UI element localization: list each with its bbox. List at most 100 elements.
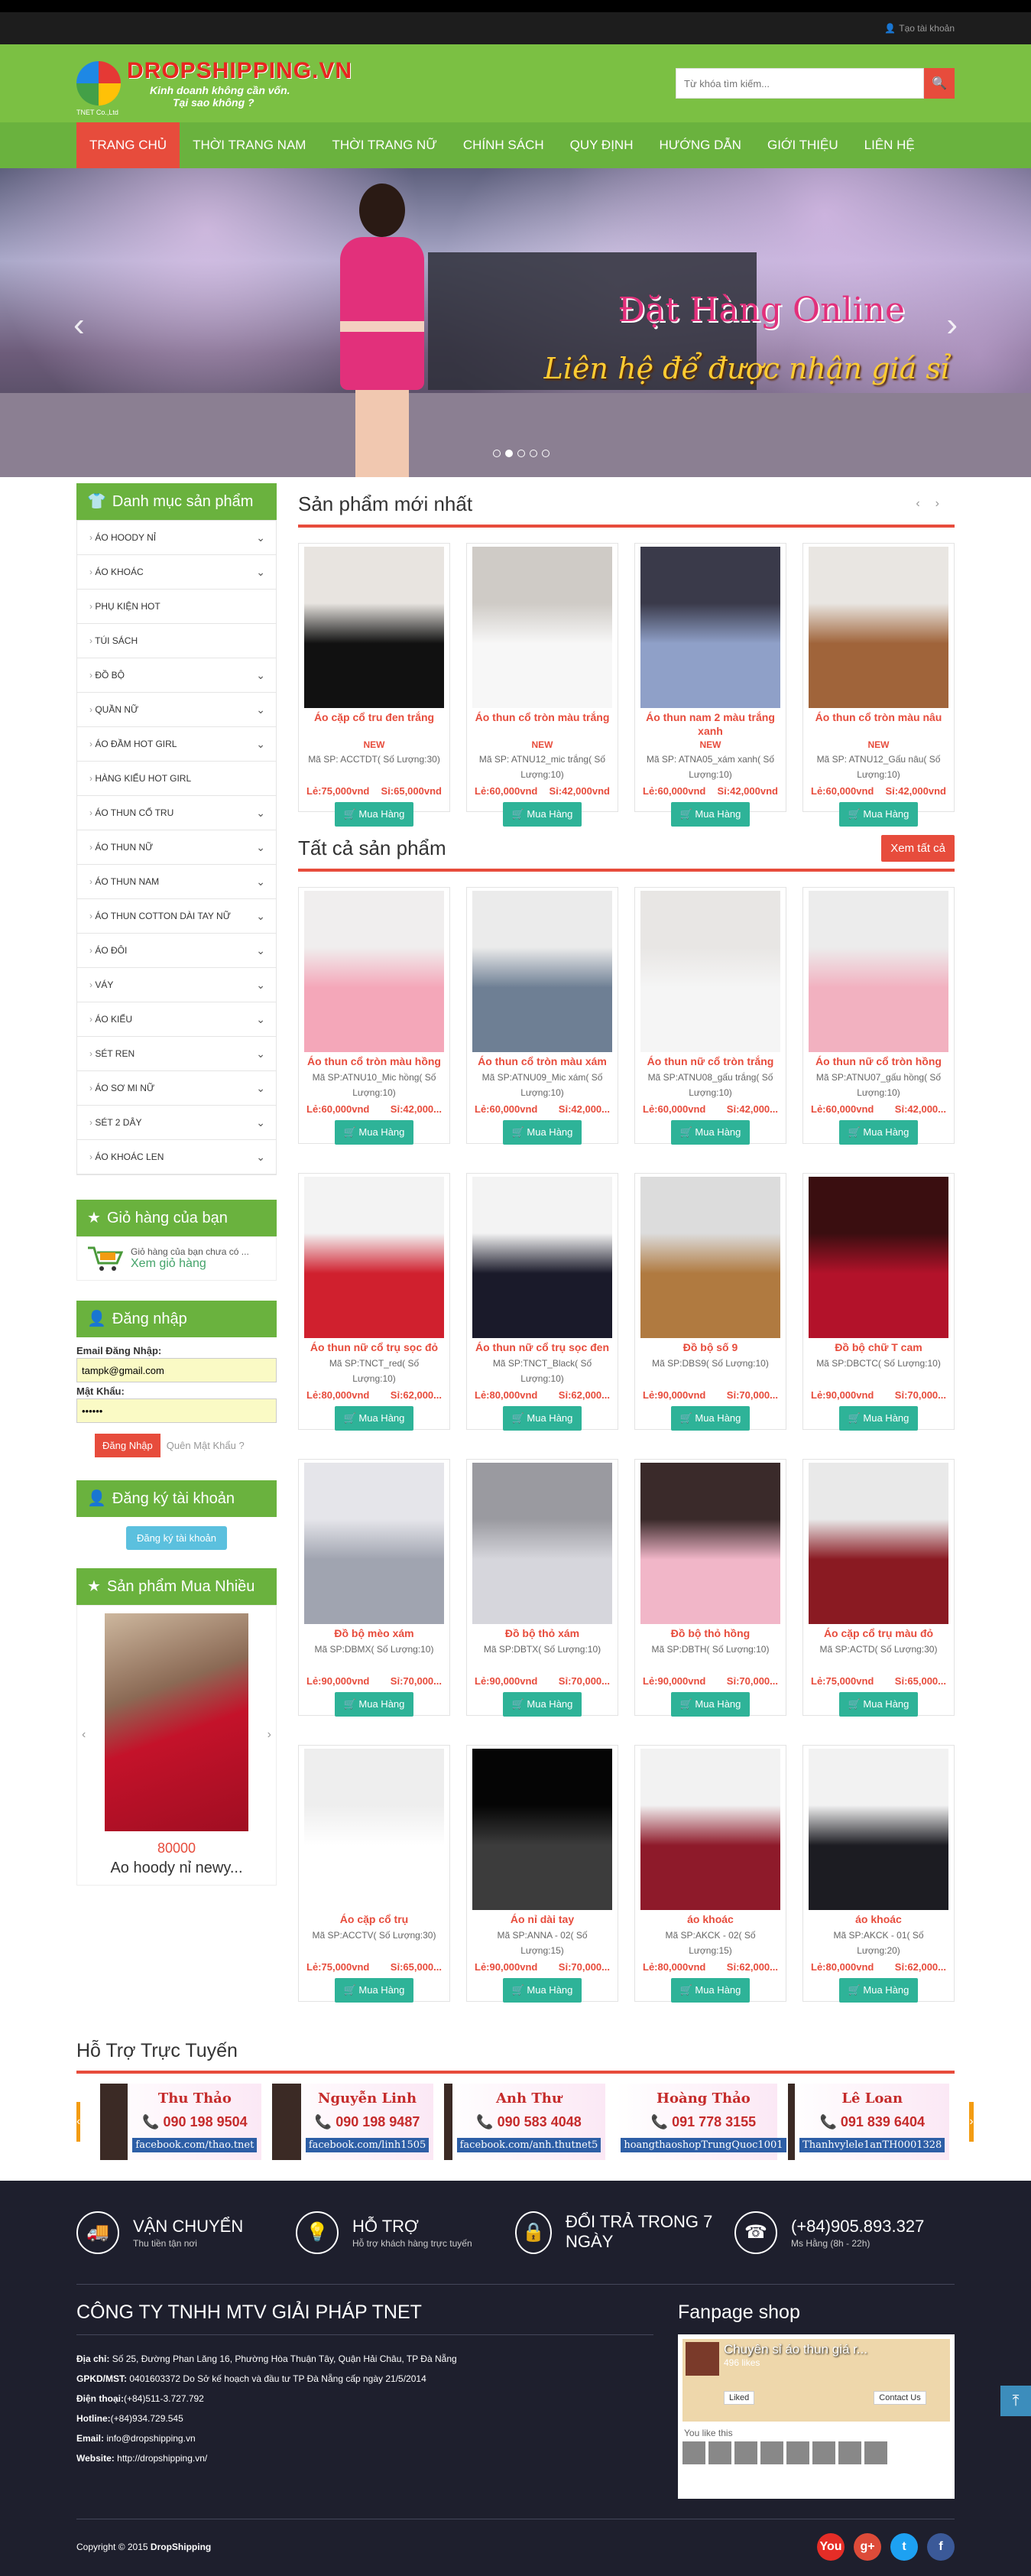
category-item[interactable]: ÁO THUN COTTON DÀI TAY NỮ ⌄ [77,899,276,934]
buy-button[interactable]: 🛒 Mua Hàng [334,1406,414,1431]
new-products-pager[interactable]: ‹› [916,497,955,511]
nav-item[interactable]: THỜI TRANG NỮ [319,122,449,168]
product-image[interactable] [809,891,948,1052]
support-contact[interactable]: Thu Thảo 📞 090 198 9504 facebook.com/thao.… [100,2083,262,2160]
product-image[interactable] [809,1177,948,1338]
search-button[interactable]: 🔍 [924,68,955,99]
buy-button[interactable]: 🛒 Mua Hàng [502,1692,582,1717]
buy-button[interactable]: 🛒 Mua Hàng [670,1692,751,1717]
product-name[interactable]: Áo nỉ dài tay [470,1912,614,1928]
chevron-down-icon[interactable]: ⌄ [256,807,265,820]
product-image[interactable] [640,547,780,708]
product-name[interactable]: Đồ bộ chữ T cam [806,1340,951,1356]
fb-page-name[interactable]: Chuyên sỉ áo thun giá r... [724,2342,926,2357]
support-facebook[interactable]: hoangthaoshopTrungQuoc1001 [621,2138,786,2153]
category-item[interactable]: TÚI SÁCH [77,624,276,658]
product-image[interactable] [304,1177,444,1338]
company-email[interactable]: info@dropshipping.vn [106,2433,195,2444]
buy-button[interactable]: 🛒 Mua Hàng [670,1978,751,2003]
category-item[interactable]: ÁO KHOÁC LEN ⌄ [77,1140,276,1174]
slider-dot[interactable] [517,450,525,457]
product-name[interactable]: Đồ bộ thỏ xám [470,1626,614,1642]
nav-item[interactable]: LIÊN HỆ [851,122,928,168]
chevron-down-icon[interactable]: ⌄ [256,910,265,923]
company-website[interactable]: http://dropshipping.vn/ [117,2453,207,2464]
product-image[interactable] [640,1749,780,1910]
chevron-down-icon[interactable]: ⌄ [256,841,265,854]
buy-button[interactable]: 🛒 Mua Hàng [334,1692,414,1717]
product-name[interactable]: Đồ bộ thỏ hồng [638,1626,783,1642]
product-name[interactable]: Áo thun cổ tròn màu trắng [470,710,614,738]
product-name[interactable]: Áo thun nữ cổ tròn hồng [806,1054,951,1070]
category-item[interactable]: PHỤ KIỆN HOT [77,590,276,624]
nav-item[interactable]: CHÍNH SÁCH [450,122,557,168]
best-next-icon[interactable]: › [267,1728,271,1742]
buy-button[interactable]: 🛒 Mua Hàng [502,1120,582,1145]
slider-dot[interactable] [493,450,501,457]
category-item[interactable]: ÁO ĐẦM HOT GIRL ⌄ [77,727,276,762]
search-input[interactable] [676,68,924,99]
chevron-down-icon[interactable]: ⌄ [256,1151,265,1164]
buy-button[interactable]: 🛒 Mua Hàng [334,802,414,827]
category-item[interactable]: QUẦN NỮ ⌄ [77,693,276,727]
buy-button[interactable]: 🛒 Mua Hàng [838,1120,919,1145]
category-item[interactable]: ÁO THUN NỮ ⌄ [77,830,276,865]
product-name[interactable]: Áo thun nữ cổ trụ sọc đen [470,1340,614,1356]
chevron-down-icon[interactable]: ⌄ [256,1116,265,1129]
buy-button[interactable]: 🛒 Mua Hàng [838,1692,919,1717]
product-name[interactable]: Áo thun nữ cổ trụ sọc đỏ [302,1340,446,1356]
category-item[interactable]: ÁO THUN CỔ TRU ⌄ [77,796,276,830]
register-link[interactable]: 👤 Tạo tài khoản [884,23,955,34]
slider-dot[interactable] [505,450,513,457]
chevron-down-icon[interactable]: ⌄ [256,738,265,751]
chevron-down-icon[interactable]: ⌄ [256,1048,265,1061]
chevron-down-icon[interactable]: ⌄ [256,1013,265,1026]
product-name[interactable]: Áo cặp cổ trụ màu đỏ [806,1626,951,1642]
twitter-icon[interactable]: t [890,2533,918,2561]
product-name[interactable]: Đồ bộ số 9 [638,1340,783,1356]
category-item[interactable]: ÁO KHOÁC ⌄ [77,555,276,590]
logo[interactable]: TNET Co.,Ltd DROPSHIPPING.VN Kinh doanh … [76,58,352,116]
forgot-password-link[interactable]: Quên Mật Khẩu ? [167,1440,245,1451]
product-name[interactable]: áo khoác [806,1912,951,1928]
google-plus-icon[interactable]: g+ [854,2533,881,2561]
buy-button[interactable]: 🛒 Mua Hàng [838,1406,919,1431]
support-contact[interactable]: Hoàng Thảo 📞 091 778 3155 hoangthaoshopTru… [616,2083,786,2160]
product-image[interactable] [640,1463,780,1624]
facebook-icon[interactable]: f [927,2533,955,2561]
facebook-widget[interactable]: Chuyên sỉ áo thun giá r... 496 likes Lik… [678,2334,955,2499]
category-item[interactable]: HÀNG KIỂU HOT GIRL [77,762,276,796]
chevron-down-icon[interactable]: ⌄ [256,979,265,992]
email-field[interactable] [76,1358,277,1382]
product-image[interactable] [472,1749,612,1910]
password-field[interactable] [76,1398,277,1423]
product-image[interactable] [640,891,780,1052]
back-to-top-icon[interactable]: ⤒ [1000,2386,1031,2416]
chevron-down-icon[interactable]: ⌄ [256,669,265,682]
fb-contact-button[interactable]: Contact Us [874,2391,926,2405]
support-facebook[interactable]: facebook.com/linh1505 [305,2138,430,2153]
product-image[interactable] [304,1749,444,1910]
category-item[interactable]: ÁO KIỂU ⌄ [77,1002,276,1037]
category-item[interactable]: SÉT REN ⌄ [77,1037,276,1071]
chevron-down-icon[interactable]: ⌄ [256,1082,265,1095]
category-item[interactable]: ÁO ĐÔI ⌄ [77,934,276,968]
nav-item[interactable]: QUY ĐỊNH [557,122,647,168]
product-name[interactable]: Áo cặp cổ tru đen trắng [302,710,446,738]
slider-prev-icon[interactable]: ‹ [73,306,85,344]
support-facebook[interactable]: facebook.com/thao.tnet [132,2138,258,2153]
product-name[interactable]: Đồ bộ mèo xám [302,1626,446,1642]
buy-button[interactable]: 🛒 Mua Hàng [670,802,751,827]
slider-next-icon[interactable]: › [946,306,958,344]
nav-item[interactable]: HƯỚNG DẪN [646,122,754,168]
support-contact[interactable]: Nguyễn Linh 📞 090 198 9487 facebook.com/li… [272,2083,434,2160]
nav-item[interactable]: GIỚI THIỆU [754,122,851,168]
register-button[interactable]: Đăng ký tài khoản [125,1526,228,1550]
chevron-down-icon[interactable]: ⌄ [256,875,265,888]
product-image[interactable] [472,547,612,708]
best-seller-name[interactable]: Ao hoody nỉ newy... [92,1860,261,1877]
support-facebook[interactable]: Thanhvylele1anTH0001328 [799,2138,945,2153]
product-image[interactable] [809,1463,948,1624]
buy-button[interactable]: 🛒 Mua Hàng [334,1120,414,1145]
category-item[interactable]: SÉT 2 DÂY ⌄ [77,1106,276,1140]
